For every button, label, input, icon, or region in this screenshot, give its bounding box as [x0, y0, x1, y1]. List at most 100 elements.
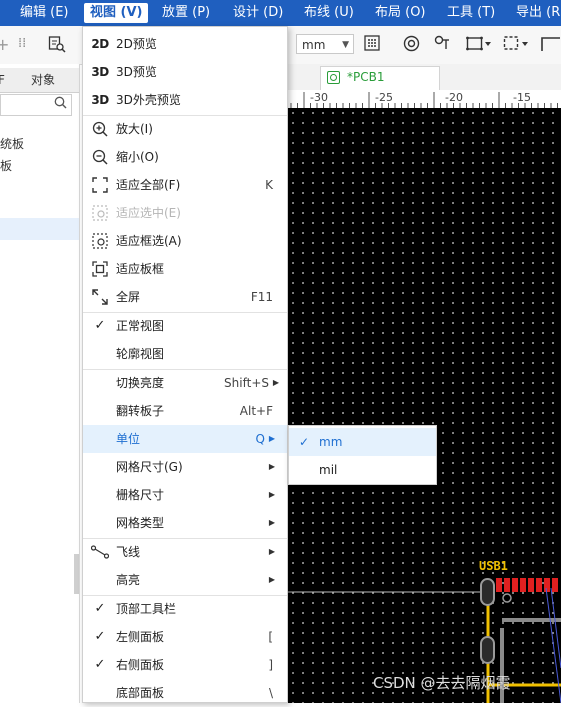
menu-item-left-panel[interactable]: ✓ 左侧面板 [: [83, 623, 287, 651]
menu-item-label: 左侧面板: [116, 630, 165, 644]
ruler-label: -25: [375, 91, 393, 104]
menu-item-fit-board[interactable]: 适应板框: [83, 255, 287, 283]
view-menu: 2D 2D预览 3D 3D预览 3D 3D外壳预览 放大(I) 缩小(O) 适应…: [82, 26, 288, 703]
ruler-label: -30: [310, 91, 328, 104]
menu-item-right-panel[interactable]: ✓ 右侧面板 ]: [83, 651, 287, 679]
menu-item-label: 放大(I): [116, 122, 153, 136]
menu-item-3d-shell-preview[interactable]: 3D 3D外壳预览: [83, 86, 287, 114]
menu-item-label: 适应板框: [116, 262, 165, 276]
unit-select[interactable]: mm ▼: [296, 34, 354, 54]
board-outline-icon[interactable]: [466, 35, 492, 56]
left-panel-tabs: F 对象: [0, 68, 79, 93]
3d-icon: 3D: [91, 65, 109, 79]
tree-item-board[interactable]: 板: [0, 157, 12, 174]
menu-item-grid-size[interactable]: 网格尺寸(G) ▶: [83, 453, 287, 481]
menu-item-grid-type[interactable]: 网格类型 ▶: [83, 509, 287, 537]
menu-item-shortcut: ]: [268, 658, 273, 672]
menu-item-shortcut: Q: [255, 432, 265, 446]
menu-item-flip-board[interactable]: 翻转板子 Alt+F: [83, 397, 287, 425]
menu-item-fit-selection: 适应选中(E): [83, 199, 287, 227]
menu-item-label: 轮廓视图: [116, 347, 165, 361]
2d-icon: 2D: [91, 37, 109, 51]
ratline-icon: [90, 538, 110, 566]
snap-icon[interactable]: [403, 35, 420, 56]
grid-align-icon[interactable]: ⁞⁞: [18, 35, 26, 53]
submenu-item-mm[interactable]: ✓ mm: [289, 428, 436, 456]
menu-item-3d-preview[interactable]: 3D 3D预览: [83, 58, 287, 86]
menu-item-label: 飞线: [116, 545, 141, 559]
3d-icon: 3D: [91, 93, 109, 107]
ruler-label: -20: [445, 91, 463, 104]
menu-tools[interactable]: 工具 (T): [447, 0, 495, 26]
fit-board-icon: [91, 255, 109, 283]
check-icon: ✓: [94, 657, 106, 672]
menu-item-label: 正常视图: [116, 319, 165, 333]
menu-item-top-toolbar[interactable]: ✓ 顶部工具栏: [83, 595, 287, 623]
tree-item-selected[interactable]: [0, 218, 79, 240]
chevron-right-icon: ▶: [268, 462, 275, 471]
menu-item-label: 3D外壳预览: [116, 93, 181, 107]
menu-layout[interactable]: 布局 (O): [375, 0, 426, 26]
chevron-right-icon: ▶: [268, 490, 275, 499]
submenu-item-mil[interactable]: mil: [289, 456, 436, 484]
menu-item-label: 2D预览: [116, 37, 157, 51]
fit-box-icon: [91, 227, 109, 255]
menu-design[interactable]: 设计 (D): [233, 0, 283, 26]
panel-resize-handle[interactable]: [74, 554, 79, 594]
menu-item-ratlines[interactable]: 飞线 ▶: [83, 538, 287, 566]
tab-objects[interactable]: 对象: [31, 68, 55, 92]
menu-item-fit-box[interactable]: 适应框选(A): [83, 227, 287, 255]
menu-item-outline-view[interactable]: 轮廓视图: [83, 340, 287, 368]
document-tab-bar: *PCB1: [288, 64, 561, 91]
menu-item-toggle-brightness[interactable]: 切换亮度 Shift+S ▶: [83, 369, 287, 397]
menu-item-shortcut: Shift+S: [224, 376, 269, 390]
check-icon: ✓: [94, 318, 106, 333]
menu-item-zoom-out[interactable]: 缩小(O): [83, 143, 287, 171]
menu-item-label: 适应选中(E): [116, 206, 181, 220]
chevron-down-icon: ▼: [342, 40, 349, 50]
chevron-right-icon: ▶: [268, 575, 275, 584]
menu-view[interactable]: 视图 (V): [84, 3, 149, 23]
menu-item-label: 高亮: [116, 573, 141, 587]
find-icon[interactable]: [48, 35, 66, 57]
menu-export[interactable]: 导出 (R: [516, 0, 560, 26]
menu-item-shortcut: [: [268, 630, 273, 644]
pcb-canvas[interactable]: [288, 108, 561, 703]
tree-item-system-board[interactable]: 统板: [0, 135, 24, 152]
fullscreen-icon: [91, 283, 109, 311]
pcb-drawing: [288, 578, 561, 703]
menu-place[interactable]: 放置 (P): [162, 0, 210, 26]
zoom-in-icon: [91, 115, 109, 143]
menu-edit[interactable]: 编辑 (E): [20, 0, 69, 26]
select-box-icon[interactable]: [503, 35, 529, 56]
corner-icon[interactable]: [540, 35, 561, 56]
menu-item-fit-all[interactable]: 适应全部(F) K: [83, 171, 287, 199]
menu-item-label: 网格类型: [116, 516, 165, 530]
menu-item-normal-view[interactable]: ✓ 正常视图: [83, 312, 287, 340]
tab-partial[interactable]: F: [0, 68, 5, 92]
fit-selection-icon: [91, 199, 109, 227]
menu-item-shortcut: K: [265, 178, 273, 192]
menu-item-raster-size[interactable]: 栅格尺寸 ▶: [83, 481, 287, 509]
add-icon[interactable]: +: [0, 36, 9, 54]
grid-icon[interactable]: [364, 35, 380, 55]
menu-item-highlight[interactable]: 高亮 ▶: [83, 566, 287, 594]
search-icon: [54, 96, 67, 113]
menu-item-fullscreen[interactable]: 全屏 F11: [83, 283, 287, 311]
submenu-item-label: mm: [319, 435, 343, 449]
search-input[interactable]: [0, 94, 72, 116]
menu-item-units[interactable]: 单位 Q ▶: [83, 425, 287, 453]
menu-route[interactable]: 布线 (U): [304, 0, 354, 26]
menu-item-label: 栅格尺寸: [116, 488, 165, 502]
top-ruler: -30 -25 -20 -15: [288, 90, 561, 109]
pin-icon[interactable]: [434, 35, 451, 56]
component-designator: USB1: [479, 559, 508, 573]
menu-item-label: 切换亮度: [116, 376, 165, 390]
menu-item-label: 适应全部(F): [116, 178, 181, 192]
tab-pcb1[interactable]: *PCB1: [320, 66, 440, 90]
menu-item-zoom-in[interactable]: 放大(I): [83, 115, 287, 143]
check-icon: ✓: [299, 435, 310, 449]
chevron-right-icon: ▶: [272, 378, 279, 387]
menu-item-2d-preview[interactable]: 2D 2D预览: [83, 30, 287, 58]
menu-item-shortcut: Alt+F: [239, 404, 273, 418]
